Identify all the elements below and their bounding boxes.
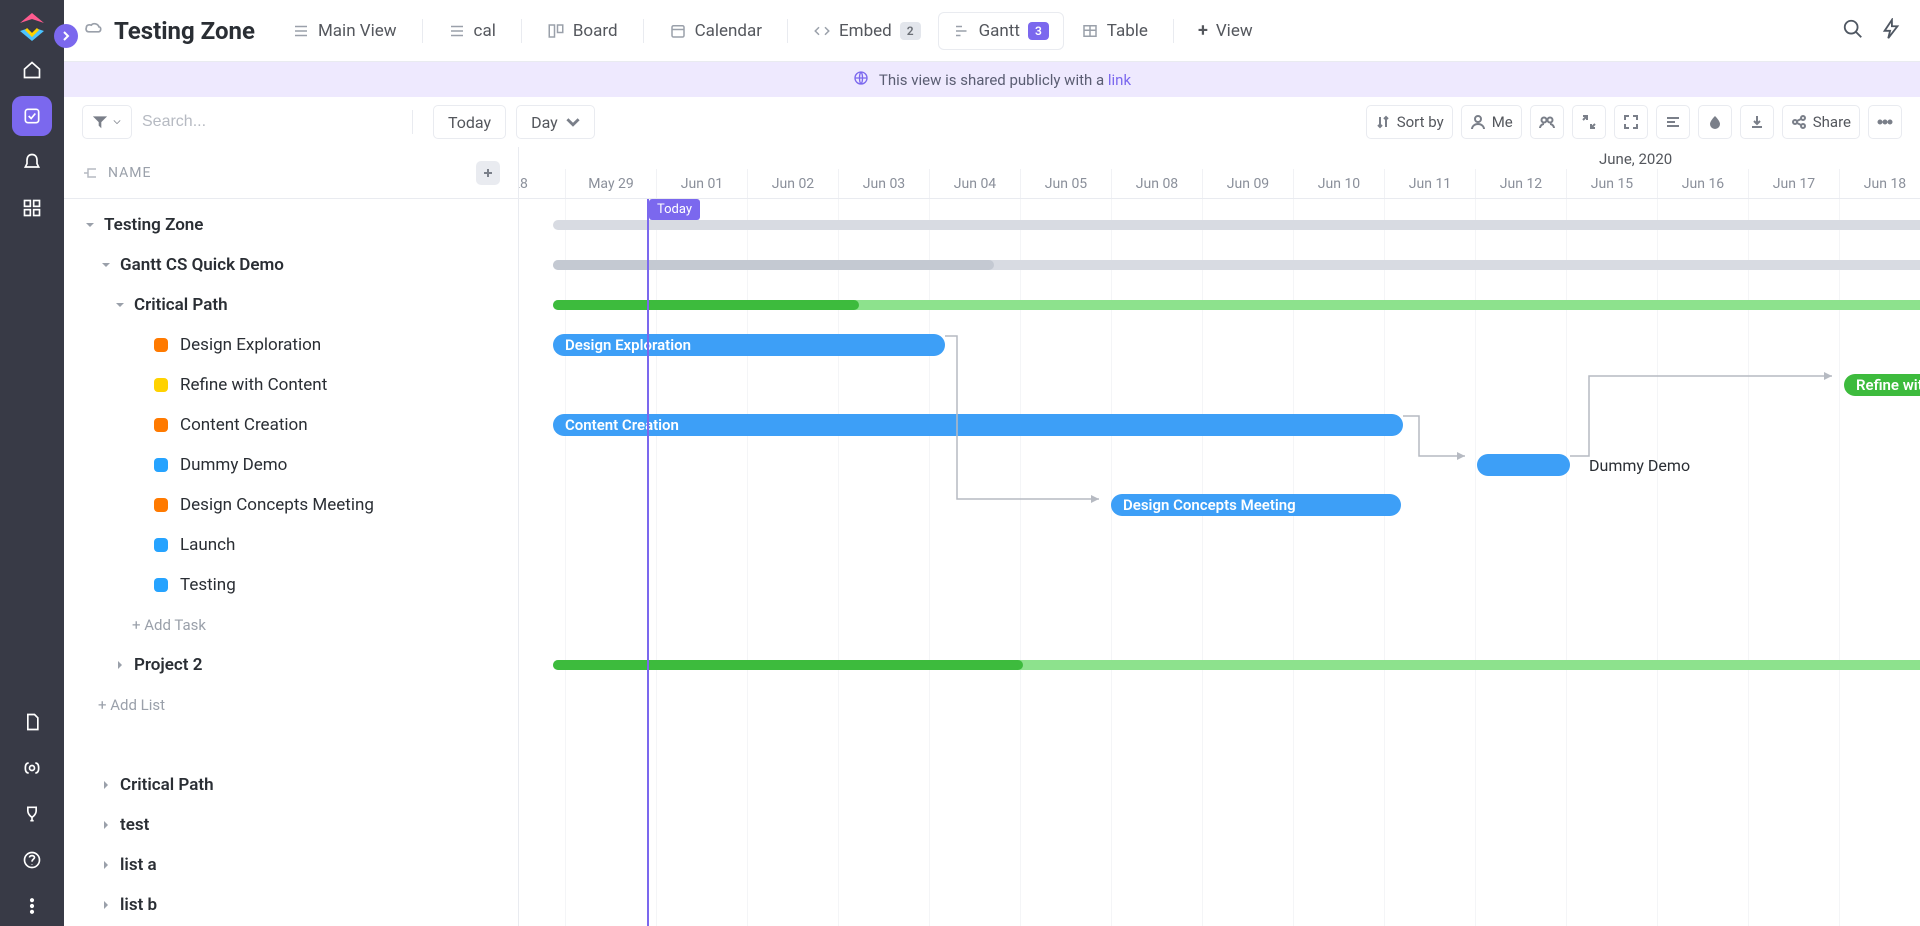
- add-view-button[interactable]: +View: [1184, 12, 1267, 49]
- color-button[interactable]: [1698, 105, 1732, 139]
- view-tabs: Main View cal Board Calendar Embed2 Gant…: [277, 12, 1267, 50]
- banner-text: This view is shared publicly with a link: [879, 71, 1131, 89]
- nav-more[interactable]: [12, 886, 52, 926]
- task-tree: NAME Testing Zone Gantt CS Quick Demo Crit…: [64, 147, 519, 926]
- nav-docs[interactable]: [12, 702, 52, 742]
- nav-dashboards[interactable]: [12, 188, 52, 228]
- nav-help[interactable]: [12, 840, 52, 880]
- left-nav: [0, 0, 64, 926]
- tree-row-label: Refine with Content: [180, 375, 327, 395]
- tab-calendar[interactable]: Calendar: [654, 12, 777, 50]
- tree-row-label: Gantt CS Quick Demo: [120, 255, 284, 275]
- tree-row-label: Launch: [180, 535, 235, 555]
- automations-icon[interactable]: [1880, 18, 1902, 44]
- banner-link[interactable]: link: [1108, 71, 1131, 89]
- tab-main-view[interactable]: Main View: [277, 12, 412, 50]
- sort-by-button[interactable]: Sort by: [1366, 105, 1453, 139]
- summary-bar[interactable]: [553, 660, 1023, 670]
- tree-row-label: test: [120, 815, 149, 835]
- gantt-toolbar: Today Day Sort by Me Share: [64, 97, 1920, 147]
- tree-row[interactable]: Refine with Content: [64, 365, 518, 405]
- me-filter-button[interactable]: Me: [1461, 105, 1522, 139]
- summary-bar[interactable]: [553, 300, 859, 310]
- tree-row[interactable]: Critical Path: [64, 765, 518, 805]
- tree-row-label: Project 2: [134, 655, 202, 675]
- scale-month: June, 2020: [519, 147, 1920, 169]
- gantt-bar[interactable]: Design Exploration: [553, 334, 945, 356]
- tab-board[interactable]: Board: [532, 12, 633, 50]
- tree-row-label: Testing Zone: [104, 215, 203, 235]
- gantt-bar[interactable]: [1477, 454, 1570, 476]
- search-icon[interactable]: [1842, 18, 1864, 44]
- tree-row[interactable]: Dummy Demo: [64, 445, 518, 485]
- tree-header: NAME: [64, 147, 518, 199]
- add-item[interactable]: + Add List: [64, 685, 518, 725]
- nav-pulse[interactable]: [12, 748, 52, 788]
- nav-goals[interactable]: [12, 794, 52, 834]
- tree-row[interactable]: Design Exploration: [64, 325, 518, 365]
- tree-row-label: + Add List: [98, 696, 165, 714]
- tree-row[interactable]: Testing: [64, 565, 518, 605]
- tree-row[interactable]: Testing Zone: [64, 205, 518, 245]
- share-button[interactable]: Share: [1782, 105, 1860, 139]
- tree-row-label: Critical Path: [134, 295, 228, 315]
- gantt-bar-label: Dummy Demo: [1589, 454, 1690, 476]
- tree-row-label: + Add Task: [132, 616, 206, 634]
- gantt-chart[interactable]: June, 2020 28May 29Jun 01Jun 02Jun 03Jun…: [519, 147, 1920, 926]
- tree-row[interactable]: test: [64, 805, 518, 845]
- search-input[interactable]: [142, 105, 392, 139]
- nav-notifications[interactable]: [12, 142, 52, 182]
- tree-row-label: Design Concepts Meeting: [180, 495, 374, 515]
- tree-row-label: Testing: [180, 575, 236, 595]
- gantt-bar[interactable]: Design Concepts Meeting: [1111, 494, 1401, 516]
- assignees-button[interactable]: [1530, 105, 1564, 139]
- space-icon: [82, 20, 104, 42]
- name-column-header: NAME: [108, 165, 151, 181]
- tab-embed[interactable]: Embed2: [798, 12, 936, 50]
- tree-row-label: list b: [120, 895, 157, 915]
- expand-nav-button[interactable]: [54, 24, 78, 48]
- scale-days: 28May 29Jun 01Jun 02Jun 03Jun 04Jun 05Ju…: [519, 169, 1920, 198]
- tab-gantt[interactable]: Gantt3: [938, 12, 1064, 50]
- gantt-bar[interactable]: Content Creation: [553, 414, 1403, 436]
- tree-row-label: Dummy Demo: [180, 455, 287, 475]
- tree-row-label: Content Creation: [180, 415, 308, 435]
- tree-row-label: Critical Path: [120, 775, 214, 795]
- globe-icon: [853, 70, 869, 90]
- summary-bar[interactable]: [553, 220, 1920, 230]
- fullscreen-button[interactable]: [1614, 105, 1648, 139]
- nav-home[interactable]: [12, 50, 52, 90]
- tree-row[interactable]: list a: [64, 845, 518, 885]
- tree-row[interactable]: Content Creation: [64, 405, 518, 445]
- summary-bar[interactable]: [553, 260, 994, 270]
- settings-bars-button[interactable]: [1656, 105, 1690, 139]
- filter-button[interactable]: [82, 105, 132, 139]
- public-share-banner: This view is shared publicly with a link: [64, 62, 1920, 97]
- hierarchy-icon: [82, 165, 98, 181]
- more-menu-button[interactable]: [1868, 105, 1902, 139]
- gantt-bar[interactable]: Refine with Content: [1844, 374, 1920, 396]
- tree-row[interactable]: Critical Path: [64, 285, 518, 325]
- app-logo[interactable]: [15, 10, 49, 44]
- add-column-button[interactable]: [476, 161, 500, 185]
- tree-row[interactable]: Gantt CS Quick Demo: [64, 245, 518, 285]
- tree-row[interactable]: list b: [64, 885, 518, 925]
- header: Testing Zone Main View cal Board Calenda…: [64, 0, 1920, 62]
- tree-row[interactable]: Project 2: [64, 645, 518, 685]
- tree-row-label: list a: [120, 855, 157, 875]
- download-button[interactable]: [1740, 105, 1774, 139]
- tree-row[interactable]: Design Concepts Meeting: [64, 485, 518, 525]
- collapse-button[interactable]: [1572, 105, 1606, 139]
- tab-table[interactable]: Table: [1066, 12, 1163, 50]
- tree-row[interactable]: Launch: [64, 525, 518, 565]
- today-marker: Today: [649, 199, 700, 220]
- page-title: Testing Zone: [114, 17, 255, 45]
- today-button[interactable]: Today: [433, 105, 506, 139]
- tab-cal[interactable]: cal: [433, 12, 511, 50]
- tree-row-label: Design Exploration: [180, 335, 321, 355]
- add-item[interactable]: + Add Task: [64, 605, 518, 645]
- nav-tasks[interactable]: [12, 96, 52, 136]
- zoom-scale-select[interactable]: Day: [516, 105, 595, 139]
